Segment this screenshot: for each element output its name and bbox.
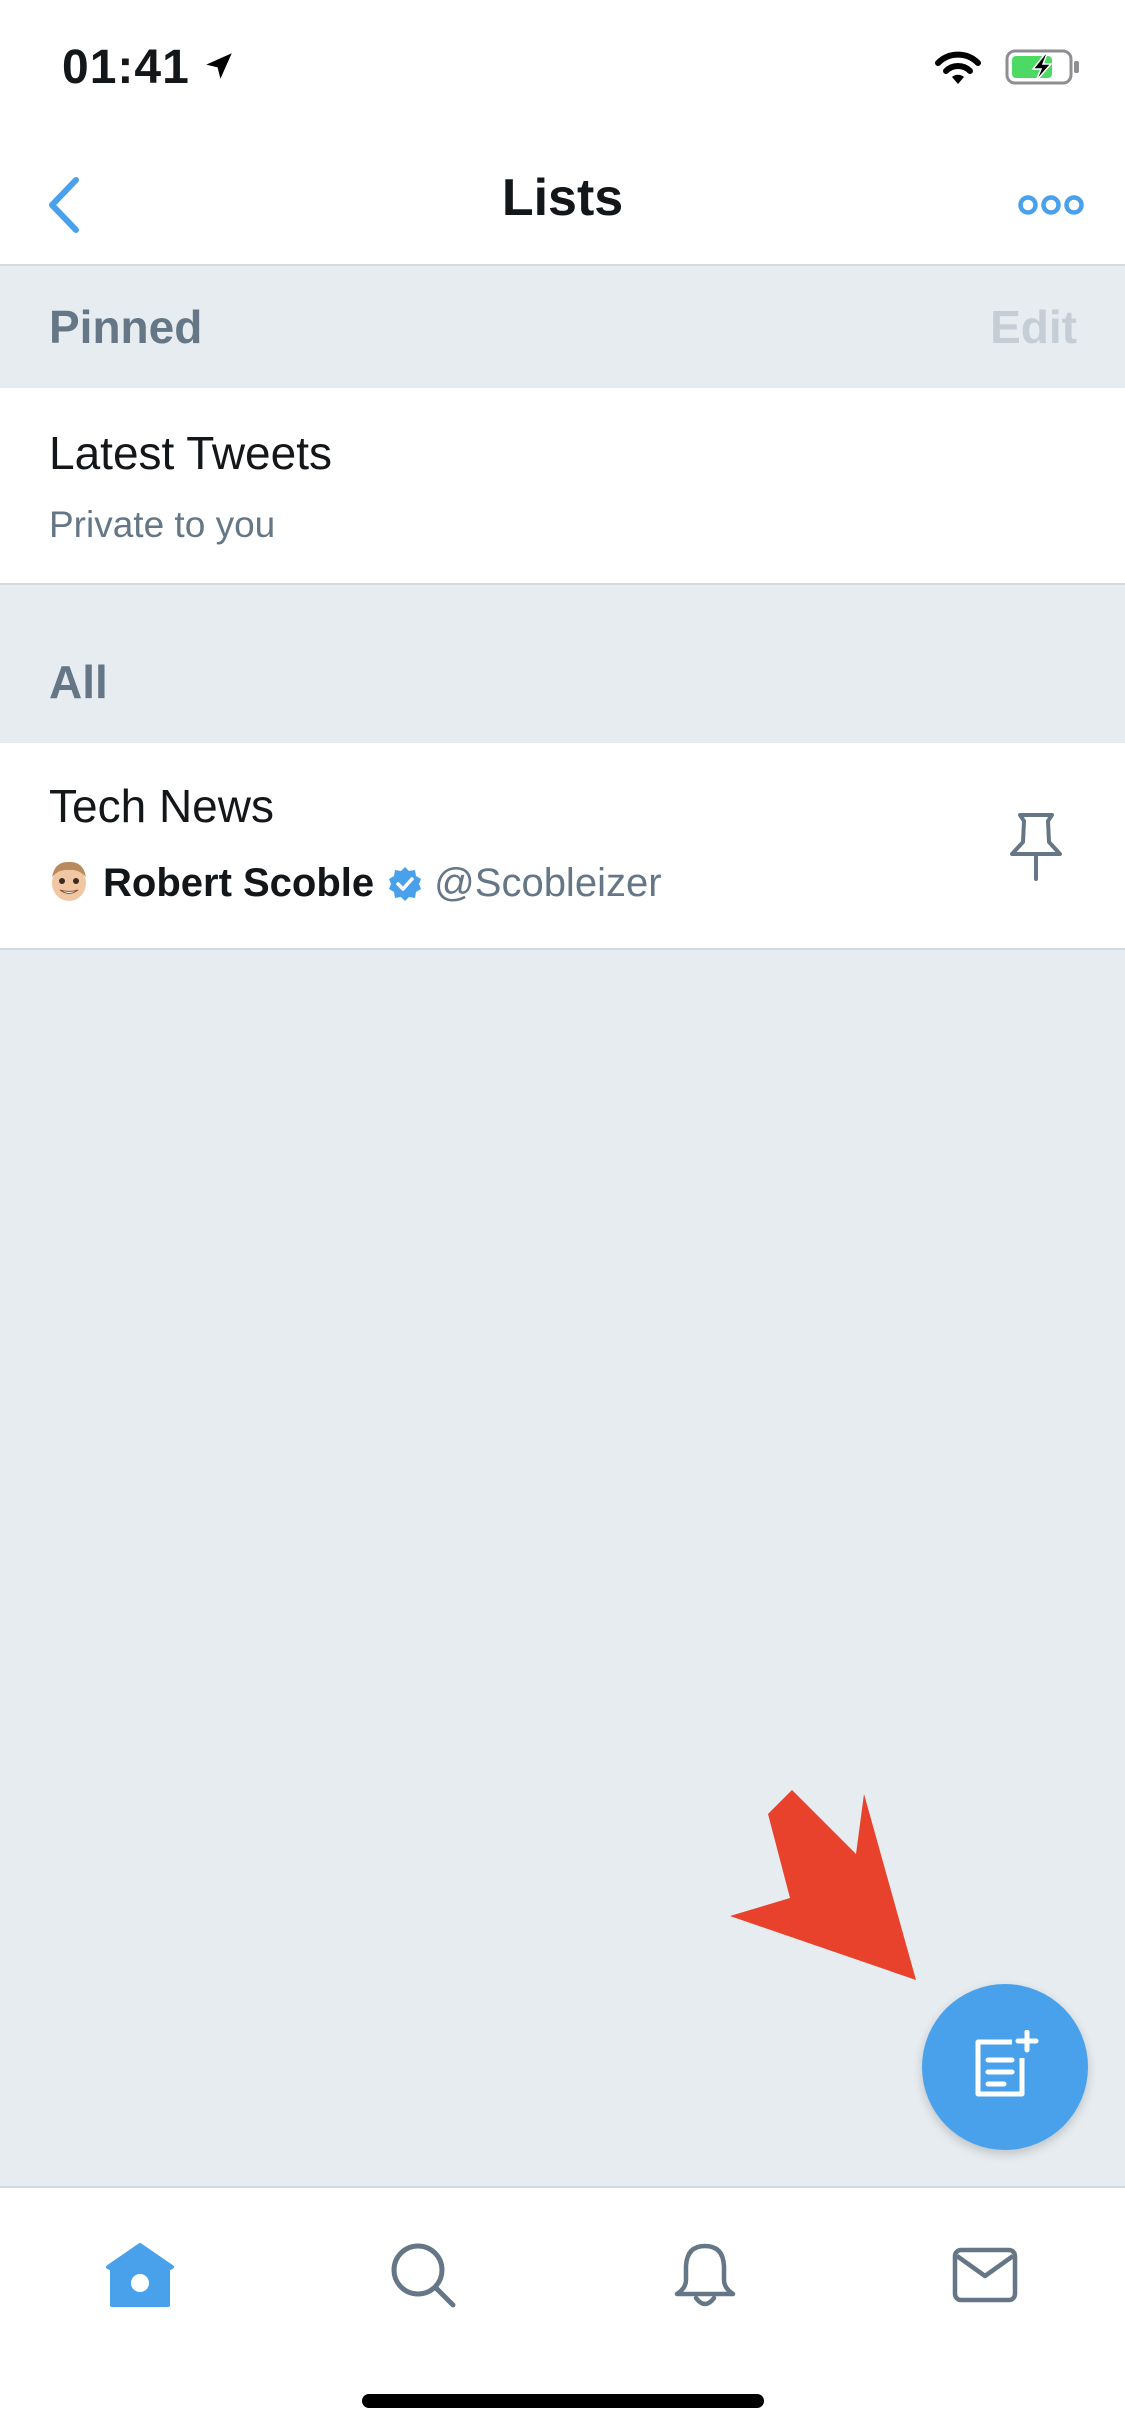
verified-badge-icon: [386, 865, 424, 903]
list-name: Tech News: [49, 780, 274, 832]
avatar: [49, 859, 89, 908]
pin-icon: [1010, 813, 1062, 881]
clock-text: 01:41: [62, 41, 190, 94]
list-owner: Robert Scoble @Scobleizer: [49, 859, 662, 908]
list-item[interactable]: Tech News Robert Scoble @Scobleizer: [0, 743, 1125, 950]
pinned-list-row[interactable]: Latest Tweets Private to you: [0, 388, 1125, 585]
new-list-icon: [975, 2030, 1039, 2097]
navigation-bar: Lists: [0, 140, 1125, 266]
home-icon: [106, 2243, 174, 2307]
battery-icon: [1005, 48, 1081, 91]
status-time: 01:41: [62, 40, 236, 95]
arrow-annotation: [730, 1790, 930, 1995]
all-section-header: All: [0, 585, 1125, 743]
mail-icon: [952, 2247, 1018, 2303]
list-privacy-label: Private to you: [49, 504, 276, 545]
create-list-button[interactable]: [922, 1984, 1088, 2150]
tab-messages[interactable]: [940, 2230, 1030, 2320]
location-arrow-icon: [202, 40, 236, 95]
pinned-section-title: Pinned: [49, 301, 203, 353]
search-icon: [391, 2243, 456, 2308]
status-indicators: [933, 48, 1081, 91]
home-indicator: [362, 2394, 764, 2408]
owner-name: Robert Scoble: [103, 861, 375, 905]
list-name: Latest Tweets: [49, 427, 332, 479]
more-options-button[interactable]: [1011, 180, 1091, 230]
all-section-title: All: [49, 656, 108, 708]
more-icon: [1018, 195, 1084, 215]
tab-notifications[interactable]: [660, 2230, 750, 2320]
page-title: Lists: [501, 169, 624, 227]
edit-button[interactable]: Edit: [990, 300, 1077, 354]
pinned-section-header: Pinned Edit: [0, 266, 1125, 388]
bell-icon: [674, 2243, 736, 2307]
tab-search[interactable]: [378, 2230, 468, 2320]
owner-handle: @Scobleizer: [434, 861, 662, 905]
pin-button[interactable]: [997, 807, 1075, 887]
wifi-icon: [933, 48, 983, 91]
tab-home[interactable]: [95, 2230, 185, 2320]
status-bar: 01:41: [0, 0, 1125, 140]
